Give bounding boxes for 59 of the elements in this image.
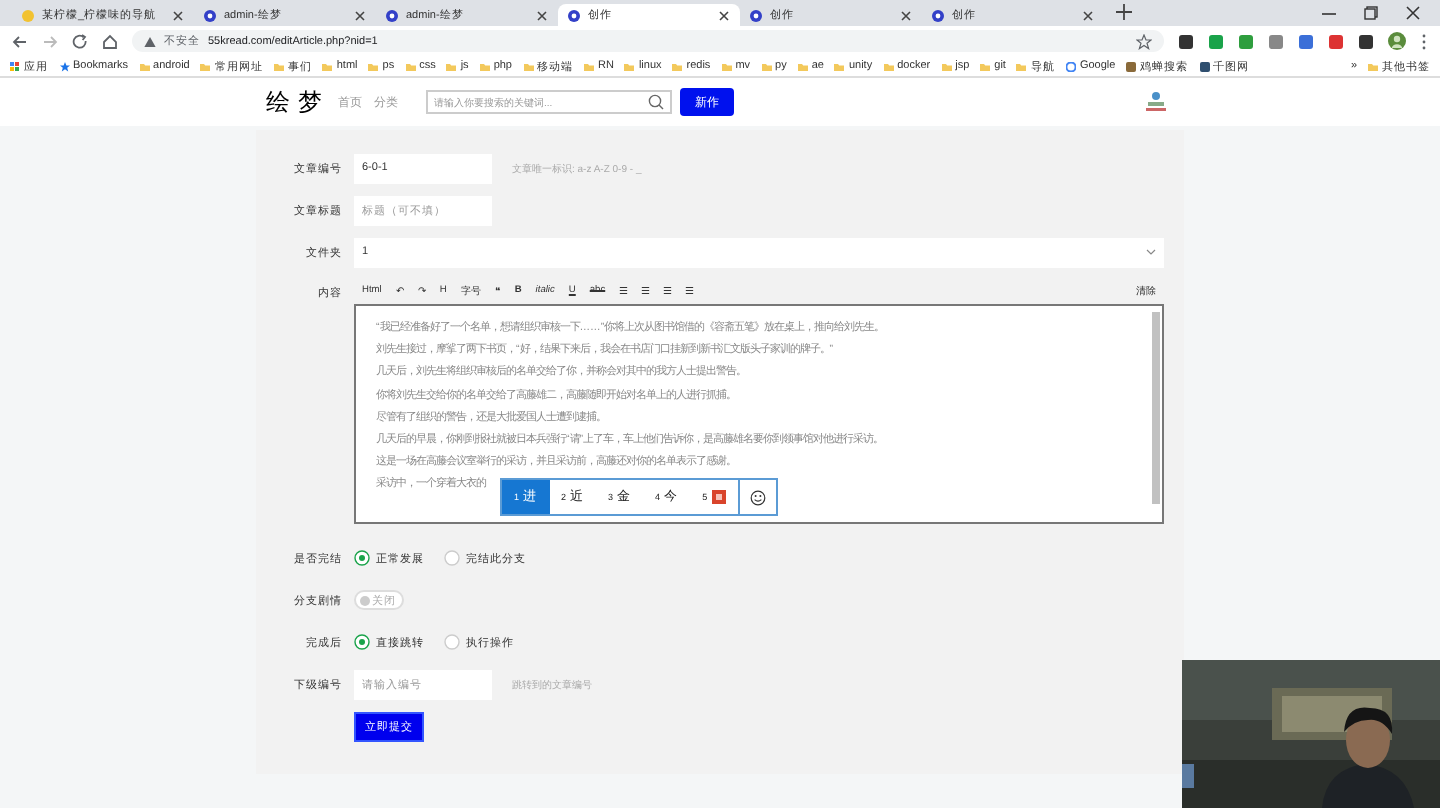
restore-icon[interactable] (1364, 6, 1378, 20)
folder-icon (721, 61, 732, 71)
radio-button[interactable] (444, 634, 460, 650)
lemon-icon (22, 9, 34, 21)
home-icon[interactable] (102, 33, 118, 49)
reload-icon[interactable] (72, 33, 88, 49)
close-icon[interactable] (1082, 9, 1094, 21)
new-tab-icon[interactable] (1116, 3, 1132, 19)
folder-icon (523, 61, 533, 71)
folder-icon (273, 61, 284, 71)
site-icon (1199, 61, 1210, 71)
apps-icon (10, 61, 20, 71)
folder-icon (941, 61, 952, 71)
radio-button[interactable] (354, 634, 370, 650)
folder-icon (980, 61, 991, 71)
caret-icon (1146, 248, 1156, 256)
site-icon (932, 9, 944, 21)
site-icon (568, 9, 580, 21)
site-icon (1126, 61, 1137, 71)
back-icon[interactable] (12, 33, 28, 49)
close-icon[interactable] (536, 9, 548, 21)
folder-icon (1368, 61, 1378, 71)
radio-button[interactable] (444, 550, 460, 566)
folder-icon (1016, 61, 1027, 71)
star-icon[interactable] (1136, 33, 1152, 49)
content-editor[interactable] (354, 304, 1164, 524)
folder-icon (797, 61, 808, 71)
star-icon (59, 61, 69, 71)
close-icon[interactable] (172, 9, 184, 21)
folder-icon (761, 61, 772, 71)
folder-icon (584, 61, 594, 71)
warning-icon (144, 35, 156, 47)
site-logo[interactable]: 绘梦 (266, 85, 338, 119)
folder-icon (479, 61, 490, 71)
profile-icon[interactable] (1388, 32, 1406, 50)
folder-icon (672, 61, 683, 71)
site-icon (386, 9, 398, 21)
folder-icon (139, 61, 150, 71)
folder-icon (405, 61, 416, 71)
site-icon (750, 9, 762, 21)
emoji-icon (711, 490, 726, 504)
folder-icon (624, 61, 635, 71)
folder-icon (368, 61, 379, 71)
smiley-icon[interactable] (749, 489, 766, 505)
menu-icon[interactable] (1420, 33, 1428, 49)
close-icon[interactable] (718, 9, 730, 21)
folder-icon (834, 61, 845, 71)
folder-icon (446, 61, 457, 71)
close-icon[interactable] (900, 9, 912, 21)
folder-icon (883, 61, 894, 71)
avatar-icon[interactable] (1144, 90, 1168, 114)
folder-icon (200, 61, 211, 71)
radio-button[interactable] (354, 550, 370, 566)
folder-icon (322, 61, 333, 71)
search-icon[interactable] (648, 94, 664, 110)
site-icon (204, 9, 216, 21)
scrollbar[interactable] (1152, 312, 1160, 504)
close-icon[interactable] (1406, 6, 1420, 20)
close-icon[interactable] (354, 9, 366, 21)
